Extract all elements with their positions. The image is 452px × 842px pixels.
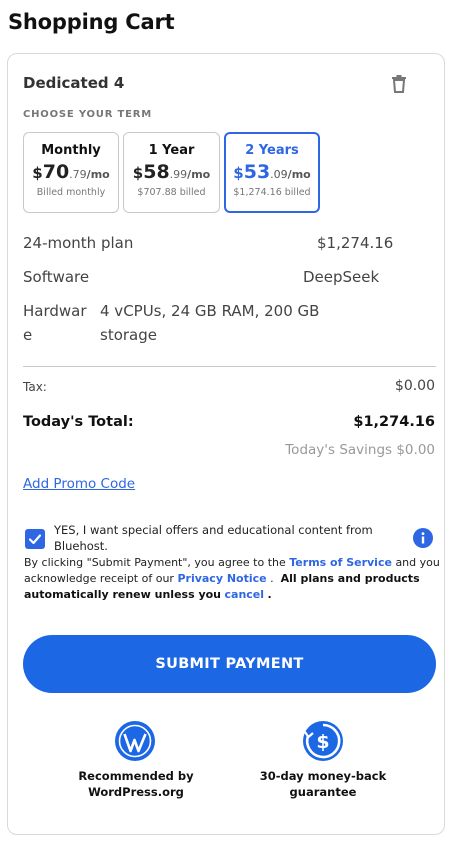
trash-icon[interactable] xyxy=(390,74,408,94)
consent-text: YES, I want special offers and education… xyxy=(54,523,373,553)
legal-text: By clicking "Submit Payment", you agree … xyxy=(24,556,440,601)
term-section-label: CHOOSE YOUR TERM xyxy=(23,109,153,120)
wordpress-icon xyxy=(115,721,155,761)
total-label: Today's Total: xyxy=(23,414,134,430)
hardware-value-line1: 4 vCPUs, 24 GB RAM, 200 GB xyxy=(100,302,320,320)
badge-wordpress-text: Recommended by WordPress.org xyxy=(78,769,194,799)
add-promo-code-link[interactable]: Add Promo Code xyxy=(23,476,135,492)
software-value: DeepSeek xyxy=(303,268,380,286)
plan-value: $1,274.16 xyxy=(317,234,394,252)
term-price: $53.09/mo xyxy=(233,161,311,183)
total-value: $1,274.16 xyxy=(353,414,435,430)
software-label: Software xyxy=(23,268,90,286)
plan-label: 24-month plan xyxy=(23,234,134,252)
badge-guarantee-text: 30-day money-back guarantee xyxy=(259,769,387,799)
hardware-value-line2: storage xyxy=(100,326,157,344)
term-name: 2 Years xyxy=(245,143,299,158)
tax-label: Tax: xyxy=(23,380,47,394)
privacy-notice-link[interactable]: Privacy Notice xyxy=(177,572,266,585)
hardware-label-line1: Hardwar xyxy=(23,302,87,320)
term-billed: Billed monthly xyxy=(36,187,106,198)
savings-text: Today's Savings $0.00 xyxy=(285,442,435,458)
terms-of-service-link[interactable]: Terms of Service xyxy=(289,556,392,569)
divider xyxy=(23,366,436,367)
page-title: Shopping Cart xyxy=(8,10,175,34)
term-billed: $707.88 billed xyxy=(137,187,206,198)
term-price: $58.99/mo xyxy=(132,161,211,183)
hardware-label-line2: e xyxy=(23,326,33,344)
cart-card: Dedicated 4 CHOOSE YOUR TERM Monthly $70… xyxy=(7,53,445,835)
money-back-icon: $ xyxy=(303,721,343,761)
term-price: $70.79/mo xyxy=(32,161,110,183)
term-name: Monthly xyxy=(41,143,101,158)
info-icon[interactable] xyxy=(413,528,433,548)
tax-value: $0.00 xyxy=(394,378,435,394)
consent-checkbox[interactable] xyxy=(25,529,45,549)
term-billed: $1,274.16 billed xyxy=(233,187,311,198)
term-option-2-years[interactable]: 2 Years $53.09/mo $1,274.16 billed xyxy=(224,132,320,213)
term-option-monthly[interactable]: Monthly $70.79/mo Billed monthly xyxy=(23,132,119,213)
svg-text:$: $ xyxy=(316,731,329,753)
cancel-link[interactable]: cancel xyxy=(225,588,265,601)
checkmark-icon xyxy=(28,534,42,545)
submit-payment-button[interactable]: SUBMIT PAYMENT xyxy=(23,635,436,693)
product-name: Dedicated 4 xyxy=(23,74,125,92)
term-option-1-year[interactable]: 1 Year $58.99/mo $707.88 billed xyxy=(123,132,220,213)
term-name: 1 Year xyxy=(148,143,195,158)
